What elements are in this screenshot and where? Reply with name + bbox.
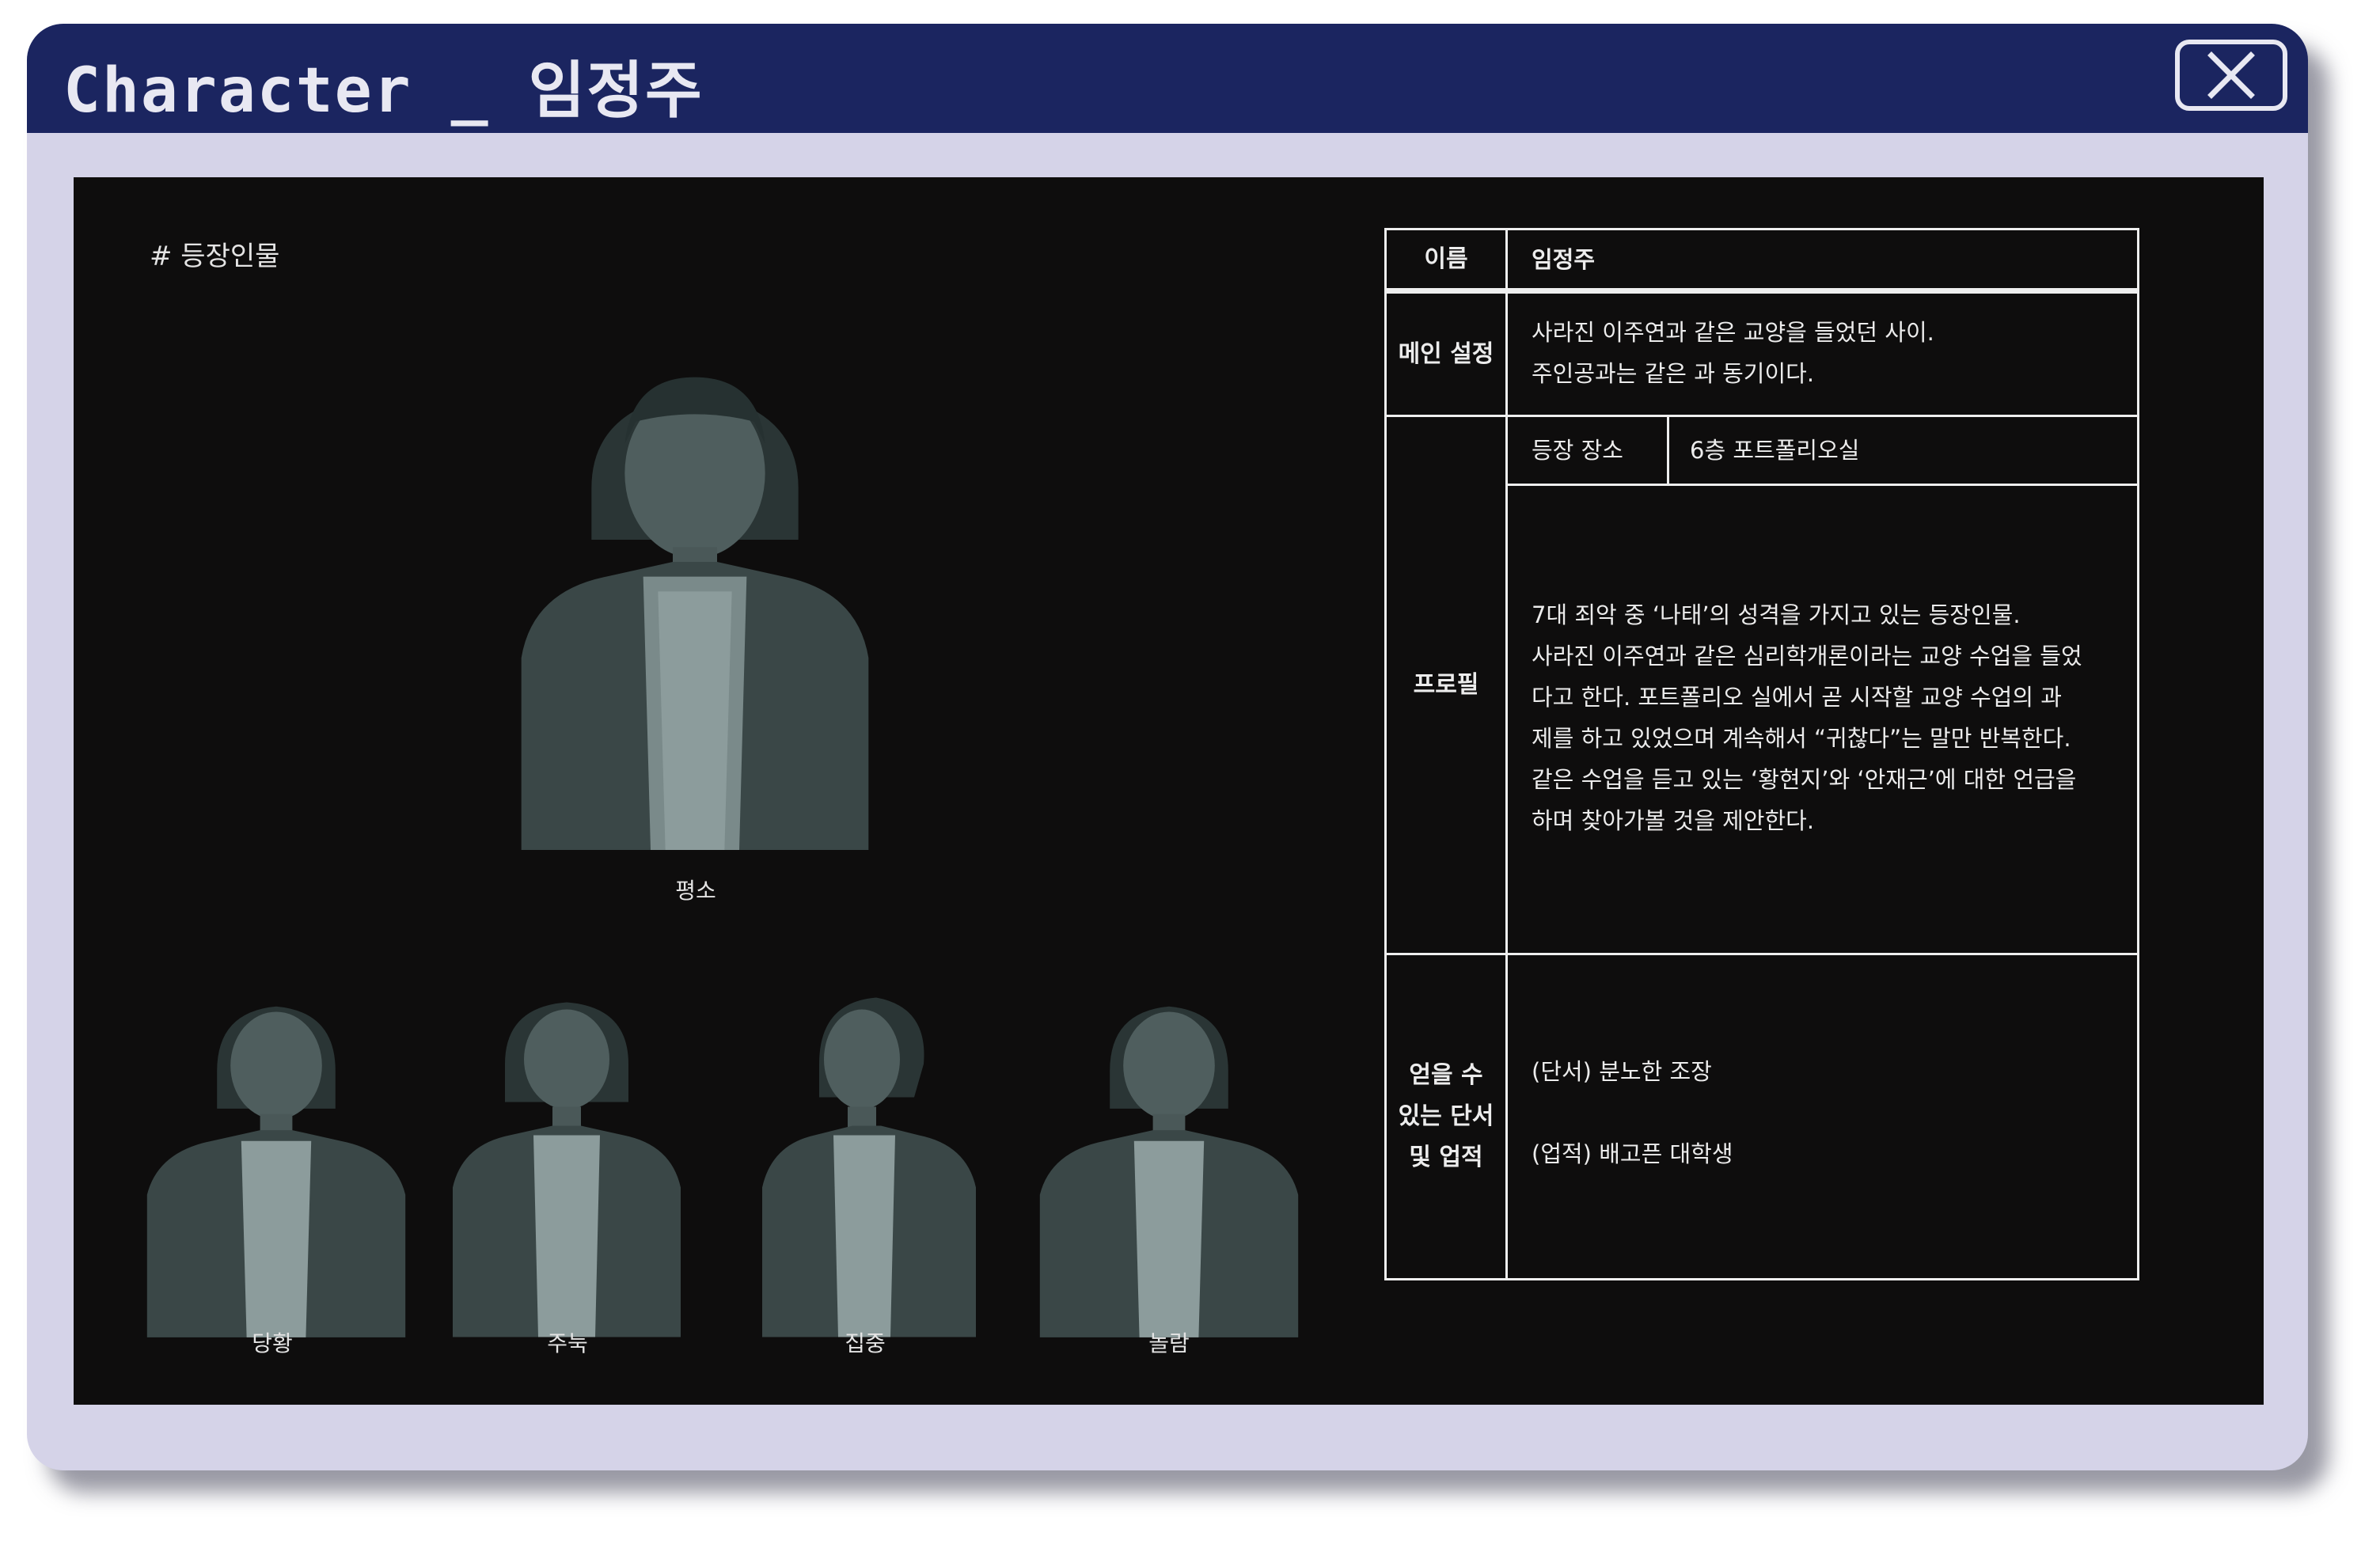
profile-line: 제를 하고 있었으며 계속해서 “귀찮다”는 말만 반복한다. [1532, 725, 2071, 752]
profile-text: 7대 죄악 중 ‘나태’의 성격을 가지고 있는 등장인물. 사라진 이주연과 … [1508, 594, 2137, 841]
profile-header: 프로필 [1413, 670, 1479, 699]
caption-timid: 주눅 [547, 1330, 588, 1356]
name-header: 이름 [1424, 245, 1468, 273]
obtainable-header-line: 있는 단서 [1398, 1102, 1494, 1130]
portrait-normal [509, 296, 881, 850]
portrait-surprised [1034, 969, 1304, 1337]
profile-line: 7대 죄악 중 ‘나태’의 성격을 가지고 있는 등장인물. [1532, 601, 2021, 628]
table-divider [1387, 288, 2137, 294]
section-label: # 등장인물 [150, 241, 280, 272]
close-button[interactable] [2175, 40, 2287, 111]
close-icon [2207, 51, 2255, 99]
obtainable-list: (단서) 분노한 조장 (업적) 배고픈 대학생 [1508, 1051, 2137, 1174]
caption-focused: 집중 [845, 1330, 886, 1356]
content-panel: # 등장인물 평소 당황 주눅 집중 놀람 이름 임정주 메인 설정 사라진 이… [74, 177, 2264, 1405]
main-setting-text: 사라진 이주연과 같은 교양을 들었던 사이. 주인공과는 같은 과 동기이다. [1508, 312, 2137, 394]
name-value: 임정주 [1532, 245, 1596, 273]
obtainable-header-line: 얻을 수 [1409, 1061, 1483, 1089]
obtainable-header: 얻을 수 있는 단서 및 업적 [1387, 955, 1505, 1278]
caption-normal: 평소 [675, 878, 716, 904]
main-setting-header: 메인 설정 [1398, 340, 1494, 368]
window-title: Character _ 임정주 [63, 55, 704, 127]
caption-flustered: 당황 [252, 1330, 293, 1356]
portrait-focused [748, 969, 985, 1337]
title-bar: Character _ 임정주 [27, 24, 2308, 133]
portrait-flustered [142, 969, 411, 1337]
main-setting-line: 주인공과는 같은 과 동기이다. [1532, 360, 1815, 387]
caption-surprised: 놀람 [1148, 1330, 1190, 1356]
profile-line: 사라진 이주연과 같은 심리학개론이라는 교양 수업을 들었 [1532, 643, 2082, 670]
character-info-table: 이름 임정주 메인 설정 사라진 이주연과 같은 교양을 들었던 사이. 주인공… [1384, 228, 2139, 1280]
clue-item: (단서) 분노한 조장 [1532, 1058, 1712, 1085]
table-divider [1505, 484, 2137, 486]
location-label: 등장 장소 [1532, 437, 1623, 464]
obtainable-header-line: 및 업적 [1409, 1144, 1483, 1171]
profile-line: 다고 한다. 포트폴리오 실에서 곧 시작할 교양 수업의 과 [1532, 684, 2062, 711]
main-setting-line: 사라진 이주연과 같은 교양을 들었던 사이. [1532, 319, 1934, 346]
profile-line: 같은 수업을 듣고 있는 ‘황현지’와 ‘안재근’에 대한 언급을 [1532, 766, 2077, 793]
profile-line: 하며 찾아가볼 것을 제안한다. [1532, 807, 1815, 834]
portrait-timid [448, 969, 685, 1337]
character-window: Character _ 임정주 # 등장인물 평소 당황 주눅 집중 놀람 이름… [27, 24, 2308, 1470]
location-value: 6층 포트폴리오실 [1690, 437, 1860, 464]
achievement-item: (업적) 배고픈 대학생 [1532, 1140, 1733, 1167]
